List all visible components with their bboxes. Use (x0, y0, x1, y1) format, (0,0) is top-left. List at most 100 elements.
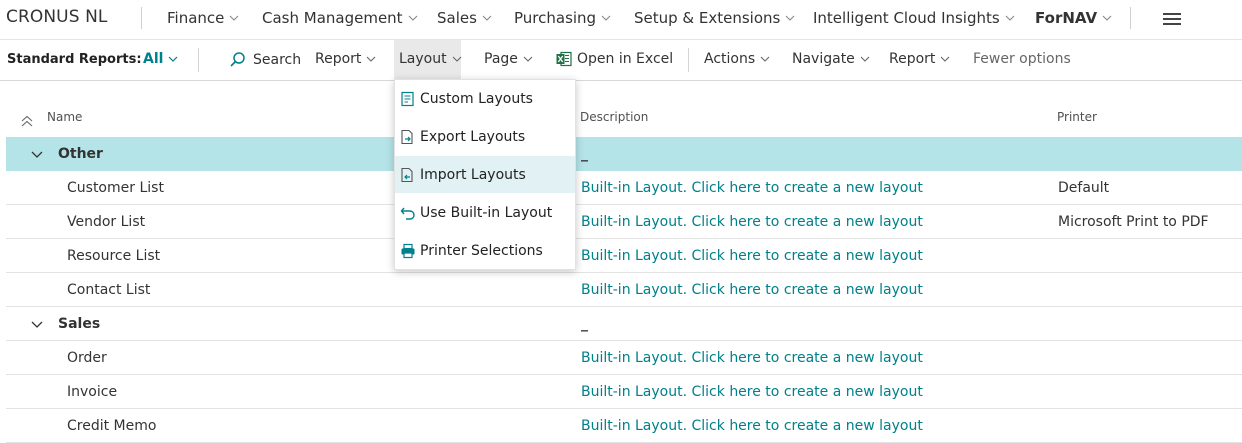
description-link[interactable]: Built-in Layout. Click here to create a … (581, 214, 923, 230)
description-link[interactable]: Built-in Layout. Click here to create a … (581, 384, 923, 400)
menu-item-label: Import Layouts (420, 166, 526, 183)
nav-item-label: Setup & Extensions (634, 9, 781, 27)
export-layouts-icon (400, 129, 416, 145)
group-description: _ (581, 316, 588, 332)
printer-value: Default (1058, 180, 1110, 196)
nav-item-label: ForNAV (1035, 9, 1098, 27)
chevron-down-icon (859, 53, 871, 65)
actions-menu-button[interactable]: Actions (704, 51, 771, 67)
nav-item-setup-extensions[interactable]: Setup & Extensions (634, 9, 796, 27)
search-label: Search (253, 52, 302, 68)
chevron-down-icon (167, 53, 179, 65)
table-row[interactable]: Customer List Built-in Layout. Click her… (6, 171, 1242, 205)
nav-item-label: Cash Management (262, 9, 403, 27)
table-row[interactable]: Invoice Built-in Layout. Click here to c… (6, 375, 1242, 409)
nav-separator (141, 7, 142, 29)
menu-item-label: Export Layouts (420, 128, 526, 145)
report-label: Report (889, 51, 936, 67)
description-link[interactable]: Built-in Layout. Click here to create a … (581, 418, 923, 434)
import-layouts-icon (400, 167, 416, 183)
undo-icon (400, 205, 416, 221)
action-bar: Standard Reports: All Search Report Layo… (0, 40, 1242, 81)
printer-icon (400, 243, 416, 259)
menu-item-import-layouts[interactable]: Import Layouts (395, 156, 575, 193)
hamburger-menu-icon[interactable] (1163, 13, 1181, 25)
excel-icon (556, 51, 572, 67)
chevron-down-icon (451, 53, 463, 65)
table-row[interactable]: Vendor List Built-in Layout. Click here … (6, 205, 1242, 239)
page-menu-button[interactable]: Page (484, 51, 534, 67)
group-name: Sales (58, 316, 101, 332)
report-menu-button[interactable]: Report (315, 51, 377, 67)
chevron-down-icon (365, 53, 377, 65)
description-link[interactable]: Built-in Layout. Click here to create a … (581, 350, 923, 366)
column-header-description[interactable]: Description (580, 110, 648, 124)
menu-item-printer-selections[interactable]: Printer Selections (395, 232, 575, 269)
search-icon (229, 51, 247, 69)
collapse-all-icon[interactable] (20, 112, 34, 127)
nav-item-finance[interactable]: Finance (167, 9, 240, 27)
chevron-down-icon (481, 12, 493, 24)
group-description: _ (581, 146, 588, 162)
description-link[interactable]: Built-in Layout. Click here to create a … (581, 248, 923, 264)
navigate-menu-button[interactable]: Navigate (792, 51, 871, 67)
chevron-down-icon (784, 12, 796, 24)
group-name: Other (58, 146, 103, 162)
open-in-excel-button[interactable]: Open in Excel (556, 51, 673, 67)
column-header-name[interactable]: Name (47, 110, 82, 124)
printer-value: Microsoft Print to PDF (1058, 214, 1209, 230)
group-row-other[interactable]: Other _ (6, 137, 1242, 171)
custom-layouts-icon (400, 91, 416, 107)
top-navigation-bar: CRONUS NL Finance Cash Management Sales … (0, 0, 1242, 40)
nav-item-fornav[interactable]: ForNAV (1035, 9, 1113, 27)
nav-item-purchasing[interactable]: Purchasing (514, 9, 612, 27)
menu-item-use-built-in-layout[interactable]: Use Built-in Layout (395, 194, 575, 231)
chevron-down-icon (228, 12, 240, 24)
menu-item-export-layouts[interactable]: Export Layouts (395, 118, 575, 155)
filter-all-button[interactable]: All (143, 51, 179, 67)
layout-dropdown-menu: Custom Layouts Export Layouts Import Lay… (394, 79, 576, 270)
nav-item-sales[interactable]: Sales (437, 9, 493, 27)
chevron-down-icon[interactable] (30, 318, 44, 328)
report-name: Customer List (67, 180, 164, 196)
filter-all-label: All (143, 51, 164, 67)
chevron-down-icon (1004, 12, 1016, 24)
chevron-down-icon[interactable] (30, 148, 44, 158)
menu-item-label: Use Built-in Layout (420, 204, 553, 221)
nav-item-label: Sales (437, 9, 477, 27)
menu-item-label: Custom Layouts (420, 90, 533, 107)
fewer-options-button[interactable]: Fewer options (973, 51, 1071, 67)
group-row-sales[interactable]: Sales _ (6, 307, 1242, 341)
action-separator (198, 48, 199, 72)
layout-label: Layout (399, 51, 447, 67)
nav-separator (1130, 7, 1131, 29)
report-name: Vendor List (67, 214, 146, 230)
description-link[interactable]: Built-in Layout. Click here to create a … (581, 282, 923, 298)
table-row[interactable]: Resource List Built-in Layout. Click her… (6, 239, 1242, 273)
chevron-down-icon (600, 12, 612, 24)
nav-item-label: Purchasing (514, 9, 597, 27)
layout-menu-button[interactable]: Layout (399, 51, 463, 67)
description-link[interactable]: Built-in Layout. Click here to create a … (581, 180, 923, 196)
menu-item-label: Printer Selections (420, 242, 543, 259)
actions-label: Actions (704, 51, 756, 67)
report-name: Contact List (67, 282, 151, 298)
page-caption: Standard Reports: (7, 52, 142, 67)
table-row[interactable]: Credit Memo Built-in Layout. Click here … (6, 409, 1242, 443)
page-label: Page (484, 51, 518, 67)
report-secondary-menu-button[interactable]: Report (889, 51, 951, 67)
nav-item-cash-management[interactable]: Cash Management (262, 9, 419, 27)
menu-item-custom-layouts[interactable]: Custom Layouts (395, 80, 575, 117)
nav-item-label: Finance (167, 9, 225, 27)
report-name: Order (67, 350, 107, 366)
nav-item-intelligent-cloud-insights[interactable]: Intelligent Cloud Insights (813, 9, 1016, 27)
column-header-printer[interactable]: Printer (1057, 110, 1097, 124)
report-name: Credit Memo (67, 418, 157, 434)
chevron-down-icon (939, 53, 951, 65)
open-in-excel-label: Open in Excel (577, 51, 674, 67)
table-row[interactable]: Contact List Built-in Layout. Click here… (6, 273, 1242, 307)
table-row[interactable]: Order Built-in Layout. Click here to cre… (6, 341, 1242, 375)
search-button[interactable]: Search (229, 51, 301, 69)
chevron-down-icon (522, 53, 534, 65)
company-name[interactable]: CRONUS NL (6, 7, 108, 27)
